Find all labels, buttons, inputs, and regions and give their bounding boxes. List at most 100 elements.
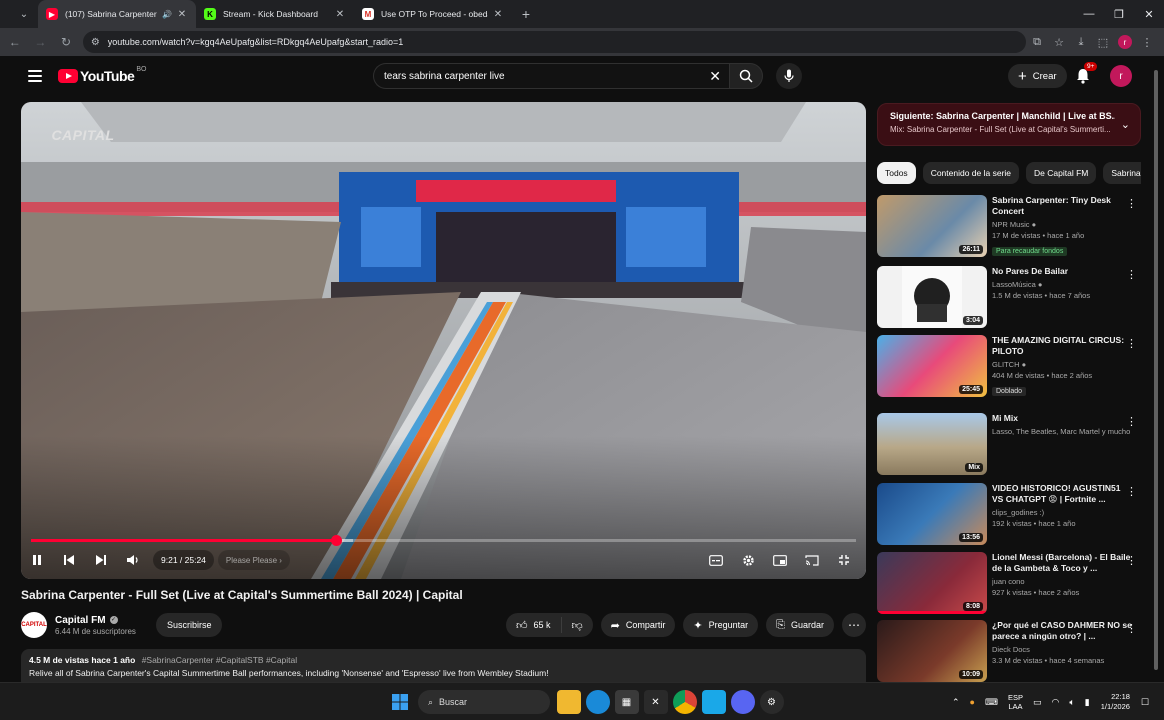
video-player[interactable]: CAPITAL 9:21 / 25:24 Please Please ›: [21, 102, 866, 579]
list-item[interactable]: 3:04 No Pares De Bailar LassoMúsica ● 1.…: [877, 266, 1147, 330]
like-button[interactable]: 👍︎ 65 k: [506, 617, 562, 633]
tab-search-icon[interactable]: ⌄: [14, 4, 34, 24]
youtube-logo[interactable]: YouTube BO: [58, 66, 146, 84]
browser-menu-icon[interactable]: ⋮: [1136, 35, 1158, 49]
new-tab-button[interactable]: +: [516, 6, 536, 22]
list-item[interactable]: 13:56 VIDEO HISTORICO! AGUSTIN51 VS CHAT…: [877, 483, 1147, 547]
more-vertical-icon[interactable]: ⋮: [1126, 622, 1137, 635]
bookmark-star-icon[interactable]: ☆: [1048, 35, 1070, 49]
close-window-icon[interactable]: ✕: [1134, 0, 1164, 28]
page-scrollbar[interactable]: [1152, 60, 1160, 680]
video-thumbnail[interactable]: 10:09: [877, 620, 987, 682]
more-vertical-icon[interactable]: ⋮: [1126, 485, 1137, 498]
scrollbar-thumb[interactable]: [1154, 70, 1158, 670]
video-thumbnail[interactable]: 26:11: [877, 195, 987, 257]
list-item[interactable]: 26:11 Sabrina Carpenter: Tiny Desk Conce…: [877, 195, 1147, 259]
clock[interactable]: 22:18 1/1/2026: [1101, 692, 1130, 712]
channel-avatar[interactable]: CAPITAL: [21, 612, 47, 638]
clear-search-icon[interactable]: ✕: [709, 68, 721, 85]
menu-hamburger-icon[interactable]: [28, 70, 42, 82]
cast-button[interactable]: [796, 548, 828, 572]
discord-icon[interactable]: [730, 690, 755, 714]
progress-scrubber[interactable]: [330, 535, 342, 546]
tab-kick[interactable]: K Stream - Kick Dashboard ✕: [196, 0, 354, 28]
share-button[interactable]: ➦ Compartir: [600, 613, 676, 637]
language-indicator[interactable]: ESP LAA: [1008, 693, 1023, 711]
tab-close-icon[interactable]: ✕: [492, 9, 504, 20]
pause-button[interactable]: [21, 548, 53, 572]
edge-icon[interactable]: [585, 690, 610, 714]
chapter-button[interactable]: Please Please ›: [217, 550, 290, 570]
channel-name[interactable]: Capital FM ✓: [55, 615, 136, 626]
video-thumbnail[interactable]: 13:56: [877, 483, 987, 545]
ask-button[interactable]: ✦ Preguntar: [683, 613, 759, 637]
dislike-button[interactable]: 👎︎: [562, 619, 593, 632]
chip-sabrina[interactable]: Sabrina Carpenter: [1103, 162, 1141, 184]
capcut-icon[interactable]: ✕: [643, 690, 668, 714]
volume-button[interactable]: [117, 548, 149, 572]
account-avatar[interactable]: r: [1110, 65, 1132, 87]
speaker-icon[interactable]: 🔈︎: [1069, 697, 1074, 708]
tab-youtube[interactable]: ▶ (107) Sabrina Carpenter - F 🔊 ✕: [38, 0, 196, 28]
tab-audio-icon[interactable]: 🔊: [162, 10, 172, 19]
chip-todos[interactable]: Todos: [877, 162, 916, 184]
browser-profile-avatar[interactable]: r: [1118, 35, 1132, 49]
video-thumbnail[interactable]: 3:04: [877, 266, 987, 328]
hashtags[interactable]: #SabrinaCarpenter #CapitalSTB #Capital: [142, 655, 297, 665]
file-explorer-icon[interactable]: [556, 690, 581, 714]
more-vertical-icon[interactable]: ⋮: [1126, 415, 1137, 428]
search-input[interactable]: tears sabrina carpenter live ✕: [373, 63, 731, 89]
windows-start-icon[interactable]: [388, 690, 412, 714]
reload-icon[interactable]: ↻: [55, 31, 77, 53]
address-bar[interactable]: ⚙ youtube.com/watch?v=kgq4AeUpafg&list=R…: [82, 31, 1026, 53]
list-item[interactable]: 8:08 Lionel Messi (Barcelona) - El Baile…: [877, 552, 1147, 616]
voice-search-button[interactable]: [776, 63, 802, 89]
store-icon[interactable]: ▦: [614, 690, 639, 714]
next-button[interactable]: [85, 548, 117, 572]
list-item[interactable]: 10:09 ¿Por qué el CASO DAHMER NO se pare…: [877, 620, 1147, 684]
save-button[interactable]: ⎘ Guardar: [766, 613, 834, 637]
subtitles-button[interactable]: [700, 548, 732, 572]
display-icon[interactable]: ▭: [1033, 697, 1042, 708]
battery-icon[interactable]: ▮: [1085, 697, 1090, 708]
site-info-icon[interactable]: ⚙: [91, 37, 100, 48]
video-thumbnail[interactable]: Mix: [877, 413, 987, 475]
more-vertical-icon[interactable]: ⋮: [1126, 337, 1137, 350]
search-button[interactable]: [729, 63, 763, 89]
wifi-icon[interactable]: ◠: [1052, 697, 1060, 708]
more-vertical-icon[interactable]: ⋮: [1126, 554, 1137, 567]
app-blue-icon[interactable]: [701, 690, 726, 714]
microphone-icon[interactable]: ●: [970, 697, 975, 707]
progress-bar[interactable]: [31, 535, 856, 546]
extensions-icon[interactable]: ⬚: [1092, 35, 1114, 49]
tab-close-icon[interactable]: ✕: [334, 9, 346, 20]
more-vertical-icon[interactable]: ⋮: [1126, 197, 1137, 210]
forward-icon[interactable]: →: [30, 31, 52, 53]
chevron-down-icon[interactable]: ⌄: [1121, 118, 1130, 131]
chatgpt-icon[interactable]: ⚙: [759, 690, 784, 714]
list-item[interactable]: Mix Mi Mix Lasso, The Beatles, Marc Mart…: [877, 413, 1147, 477]
minimize-icon[interactable]: —: [1074, 0, 1104, 28]
miniplayer-button[interactable]: [764, 548, 796, 572]
more-actions-button[interactable]: ⋯: [842, 613, 866, 637]
notification-center-icon[interactable]: ☐: [1141, 697, 1149, 708]
video-thumbnail[interactable]: 8:08: [877, 552, 987, 614]
maximize-icon[interactable]: ❐: [1104, 0, 1134, 28]
chevron-up-icon[interactable]: ⌃: [952, 697, 960, 708]
download-icon[interactable]: ⤓: [1070, 35, 1092, 49]
keyboard-icon[interactable]: ⌨: [985, 697, 998, 708]
list-item[interactable]: 25:45 THE AMAZING DIGITAL CIRCUS: PILOTO…: [877, 335, 1147, 399]
mix-playlist-panel[interactable]: Siguiente: Sabrina Carpenter | Manchild …: [877, 103, 1141, 146]
chip-capital-fm[interactable]: De Capital FM: [1026, 162, 1097, 184]
create-button[interactable]: + Crear: [1008, 64, 1067, 88]
install-app-icon[interactable]: ⧉: [1026, 35, 1048, 49]
tab-close-icon[interactable]: ✕: [176, 9, 188, 20]
tab-gmail[interactable]: M Use OTP To Proceed - obedasu ✕: [354, 0, 512, 28]
chip-series[interactable]: Contenido de la serie: [922, 162, 1020, 184]
fullscreen-button[interactable]: [828, 548, 860, 572]
more-vertical-icon[interactable]: ⋮: [1126, 268, 1137, 281]
video-thumbnail[interactable]: 25:45: [877, 335, 987, 397]
subscribe-button[interactable]: Suscribirse: [155, 613, 223, 637]
back-icon[interactable]: ←: [4, 31, 26, 53]
settings-button[interactable]: [732, 548, 764, 572]
